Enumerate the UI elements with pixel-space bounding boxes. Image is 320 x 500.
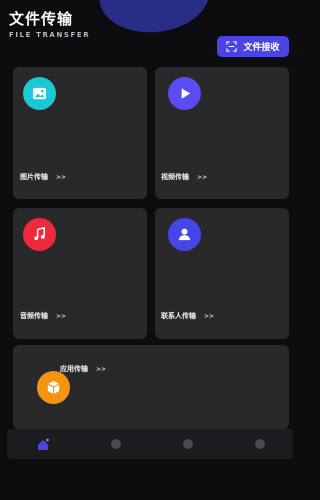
card-photo-label: 图片传输 xyxy=(20,173,48,181)
page-title: 文件传输 xyxy=(9,10,74,28)
card-app-label: 应用传输 xyxy=(60,365,88,373)
card-video-label: 视频传输 xyxy=(161,173,189,181)
home-icon xyxy=(38,438,49,450)
nav-item-4[interactable] xyxy=(252,436,268,452)
card-contact-transfer[interactable]: 联系人传输 >> xyxy=(155,208,289,339)
card-audio-label: 音频传输 xyxy=(20,312,48,320)
file-receive-label: 文件接收 xyxy=(243,43,280,53)
card-contact-label: 联系人传输 xyxy=(161,312,196,320)
profile-icon xyxy=(255,439,265,449)
image-icon xyxy=(23,77,56,110)
nav-item-3[interactable] xyxy=(180,436,196,452)
card-audio-label-row: 音频传输 >> xyxy=(20,311,66,321)
card-video-label-row: 视频传输 >> xyxy=(161,172,207,182)
file-receive-button[interactable]: 文件接收 xyxy=(217,36,289,57)
box-icon xyxy=(37,371,70,404)
clock-icon xyxy=(183,439,193,449)
bottom-nav xyxy=(7,429,293,459)
nav-home[interactable] xyxy=(35,436,51,452)
page-subtitle: FILE TRANSFER xyxy=(9,31,91,39)
chevrons-icon: >> xyxy=(197,174,208,181)
card-app-transfer[interactable]: 应用传输 >> xyxy=(13,345,289,429)
card-photo-label-row: 图片传输 >> xyxy=(20,172,66,182)
chevrons-icon: >> xyxy=(56,174,67,181)
chevrons-icon: >> xyxy=(204,313,215,320)
card-photo-transfer[interactable]: 图片传输 >> xyxy=(13,67,147,199)
box-icon xyxy=(111,439,121,449)
card-contact-label-row: 联系人传输 >> xyxy=(161,311,214,321)
chevrons-icon: >> xyxy=(56,313,67,320)
play-icon xyxy=(168,77,201,110)
nav-item-2[interactable] xyxy=(108,436,124,452)
card-app-label-row: 应用传输 >> xyxy=(60,364,106,374)
card-video-transfer[interactable]: 视频传输 >> xyxy=(155,67,289,199)
scan-icon xyxy=(226,41,238,52)
chevrons-icon: >> xyxy=(96,366,107,373)
header-decoration xyxy=(97,0,213,38)
card-audio-transfer[interactable]: 音频传输 >> xyxy=(13,208,147,339)
person-icon xyxy=(168,218,201,251)
music-note-icon xyxy=(23,218,56,251)
